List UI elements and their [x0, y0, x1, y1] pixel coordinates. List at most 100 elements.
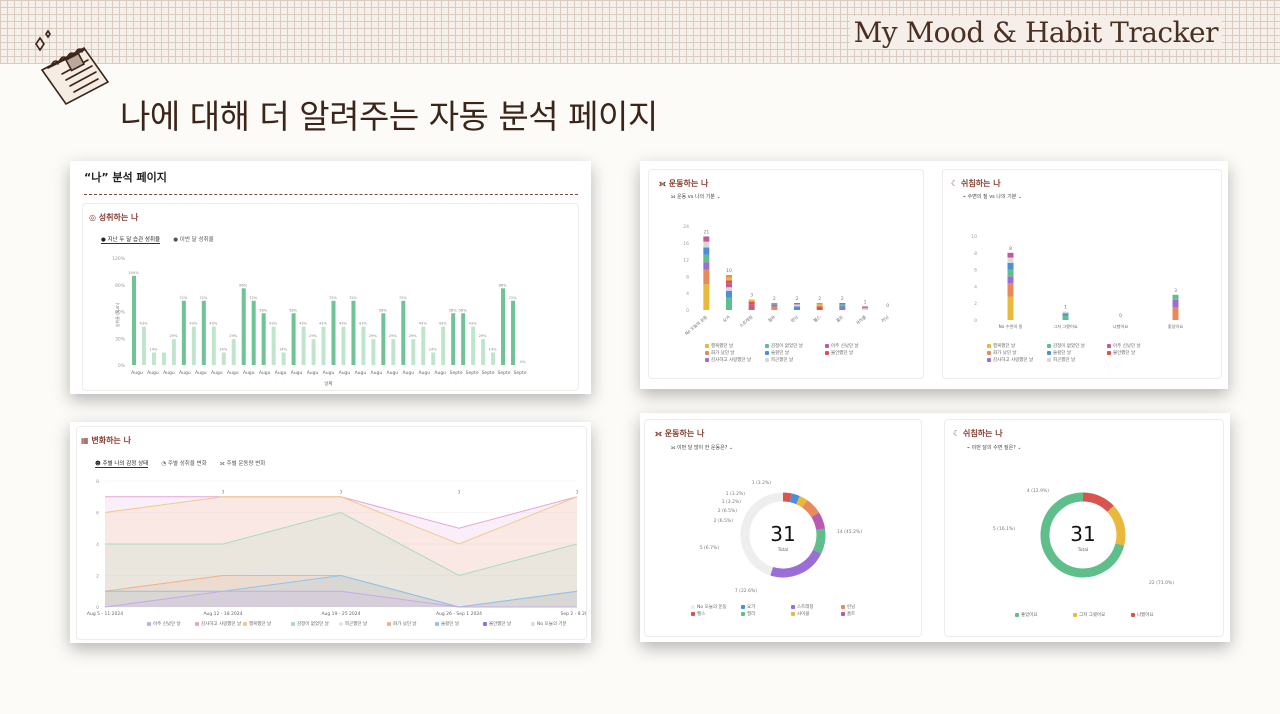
donut-slice: [782, 492, 792, 503]
mood-legend: 행복했던 날 감정이 없었던 날 아주 신났던 날 화가 났던 날 슬펐던 날 불안했던 …: [987, 343, 1197, 373]
data-label: 7: [222, 490, 225, 496]
legend-swatch: [483, 621, 487, 626]
legend-item: 감정이 없었던 날: [765, 343, 803, 349]
y-tick-label: 10: [971, 234, 977, 240]
legend-item: No 오늘의 운동: [691, 604, 727, 610]
legend-swatch: [387, 621, 391, 626]
bar: [451, 313, 456, 365]
chart-subtitle[interactable]: ⌁ 이번 달의 수면 질은? ⌄: [967, 444, 1022, 451]
x-tick-label: 러닝: [880, 314, 891, 324]
bar: [151, 352, 156, 365]
bar-value-label: 14%: [429, 348, 438, 352]
legend-item: 헬스: [691, 611, 705, 617]
legend-item: 사이클: [791, 611, 809, 617]
bar-segment: [839, 303, 846, 305]
slice-label: 7 (22.6%): [735, 588, 757, 594]
brand-title: My Mood & Habit Tracker: [849, 16, 1222, 49]
slice-label: 5 (6.7%): [700, 545, 719, 551]
bar-total-label: 2: [796, 296, 799, 302]
bar: [371, 339, 376, 365]
bar-total-label: 21: [703, 230, 709, 236]
exercise-mood-chart: 24161284021No 오늘의 운동10요가3스트레칭2필라2런닝2헬스2홈…: [683, 224, 891, 337]
x-tick-label: 런닝: [789, 314, 799, 324]
x-axis-label: 날짜: [324, 380, 332, 387]
y-tick-label: 0: [686, 308, 689, 314]
chart-subtitle[interactable]: ⟗ 운동 vs 나의 기분 ⌄: [671, 193, 721, 200]
achievement-card: ◎ 성취하는 나 ● 지난 두 달 습관 성취율 ● 이번 달 성취율 120%…: [82, 203, 579, 391]
legend-swatch: [195, 621, 199, 626]
bar-value-label: 72%: [199, 296, 208, 300]
legend-swatch: [741, 611, 745, 616]
x-tick-label: Augu: [307, 370, 319, 376]
donut-total-label: Total: [777, 547, 789, 553]
bar-value-label: 29%: [409, 334, 418, 338]
x-tick-label: 스트레칭: [738, 314, 754, 329]
legend-item: No 오늘의 기분: [531, 621, 567, 627]
section-title: ☾ 쉬침하는 나: [953, 429, 1003, 438]
legend-item: 나빴어요: [1131, 612, 1154, 618]
donut-slice: [789, 493, 800, 505]
x-tick-label: Augu: [339, 370, 351, 376]
legend-swatch: [1015, 612, 1019, 617]
bar-segment: [1062, 313, 1069, 316]
sleep-mood-card: ☾ 쉬침하는 나 ⌁ 수면의 질 vs 나의 기분 ⌄ 10 8 6 4 2 0 8 No 수…: [942, 169, 1222, 379]
bar-value-label: 72%: [349, 296, 358, 300]
bar-value-label: 58%: [259, 308, 268, 312]
legend-swatch: [339, 621, 343, 626]
bar-value-label: 43%: [299, 322, 308, 326]
bar: [271, 326, 276, 365]
bar-segment: [703, 284, 710, 310]
bar-segment: [771, 304, 778, 307]
bar: [311, 339, 316, 365]
y-tick-label: 2: [96, 574, 99, 580]
legend-item: 피곤했던 날: [765, 357, 793, 363]
bar-value-label: 14%: [149, 348, 158, 352]
bar-value-label: 43%: [419, 322, 428, 326]
chart-subtitle[interactable]: ⌁ 수면의 질 vs 나의 기분 ⌄: [963, 193, 1022, 200]
bar-segment: [703, 269, 710, 285]
bar: [481, 339, 486, 365]
bar-segment: [726, 297, 732, 310]
x-tick-label: Augu: [131, 370, 143, 376]
legend-swatch: [825, 343, 829, 348]
section-title: ☾ 쉬침하는 나: [951, 179, 1001, 188]
chart-subtitle[interactable]: ⟗ 이번 달 많이 한 운동은? ⌄: [671, 444, 733, 451]
legend-item: 피곤했던 날: [1047, 357, 1075, 363]
legend-swatch: [841, 604, 845, 609]
bar: [501, 288, 506, 365]
donut-total: 31: [770, 522, 795, 546]
bar-segment: [703, 262, 710, 270]
section-title: ⟗ 운동하는 나: [659, 179, 709, 188]
bar-segment: [1172, 294, 1179, 300]
bar-value-label: 72%: [249, 296, 258, 300]
x-tick-label: Sep 2 - 8 2024: [560, 611, 586, 617]
bar: [341, 326, 346, 365]
bar-value-label: 72%: [399, 296, 408, 300]
legend-swatch: [705, 350, 709, 355]
y-tick-label: 0: [96, 605, 99, 611]
x-tick-label: Aug 19 - 25 2024: [321, 611, 360, 617]
bar: [331, 300, 336, 365]
bar-value-label: 43%: [139, 322, 148, 326]
x-tick-label: Septe: [514, 370, 527, 376]
slice-label: 2 (6.5%): [714, 518, 733, 524]
x-tick-label: 필라: [766, 314, 777, 324]
bar-segment: [1007, 262, 1014, 270]
bar-segment: [839, 304, 846, 307]
bar: [421, 326, 426, 365]
exercise-donut-card: ⟗ 운동하는 나 ⟗ 이번 달 많이 한 운동은? ⌄ 1 (3.2%) 1 (3…: [644, 419, 922, 637]
bar-segment: [1007, 296, 1014, 320]
bar-value-label: 29%: [229, 334, 238, 338]
slice-label: 5 (16.1%): [993, 526, 1015, 532]
bar: [491, 352, 496, 365]
check-icon: ◎: [89, 213, 99, 222]
notepad-icon: [35, 29, 110, 106]
exercise-legend: No 오늘의 운동 요가 스트레칭 런닝 헬스 필라 사이클 홈트: [691, 604, 901, 624]
bar: [461, 313, 466, 365]
tab-weekly-achievement[interactable]: ◔ 주별 성취율 변화: [161, 459, 206, 467]
bar: [351, 300, 356, 365]
bar: [471, 326, 476, 365]
legend-item: 스트레칭: [791, 604, 814, 610]
y-tick-label: 30%: [115, 336, 126, 342]
bar-value-label: 72%: [329, 296, 338, 300]
